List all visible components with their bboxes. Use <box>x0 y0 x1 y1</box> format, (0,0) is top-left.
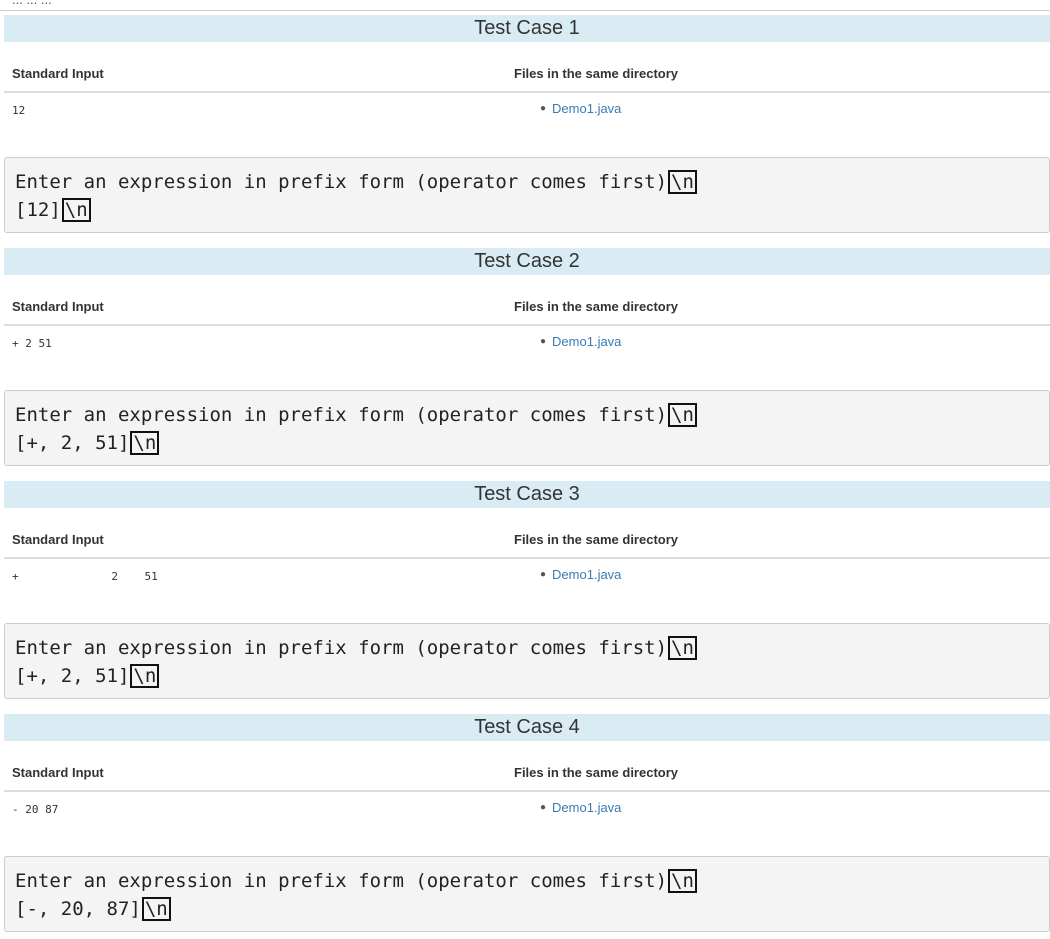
output-text: Enter an expression in prefix form (oper… <box>15 404 668 426</box>
header-divider <box>4 557 1050 559</box>
header-divider <box>4 324 1050 326</box>
newline-marker: \n <box>130 431 160 455</box>
test-case-4: Test Case 4 Standard Input Files in the … <box>4 714 1050 939</box>
bullet-icon: ● <box>540 336 547 347</box>
test-case-title: Test Case 1 <box>4 15 1050 42</box>
test-results-page: ... ... ... Test Case 1 Standard Input F… <box>0 0 1050 939</box>
newline-marker: \n <box>668 403 697 427</box>
output-line-1: Enter an expression in prefix form (oper… <box>15 869 697 893</box>
files-heading: Files in the same directory <box>514 299 679 314</box>
bullet-icon: ● <box>540 569 547 580</box>
expected-output-box: Enter an expression in prefix form (oper… <box>4 390 1050 466</box>
files-heading: Files in the same directory <box>514 532 679 547</box>
newline-marker: \n <box>61 198 91 222</box>
output-text: Enter an expression in prefix form (oper… <box>15 870 668 892</box>
output-line-2: [12] \n <box>15 198 91 222</box>
standard-input-value: + 2 51 <box>12 570 158 583</box>
test-case-title: Test Case 2 <box>4 248 1050 275</box>
test-case-title: Test Case 3 <box>4 481 1050 508</box>
output-text: [12] <box>15 199 61 221</box>
top-partial-text: ... ... ... <box>12 0 52 7</box>
file-link-demo1-java[interactable]: Demo1.java <box>552 800 621 815</box>
test-case-1: Test Case 1 Standard Input Files in the … <box>4 15 1050 248</box>
output-line-2: [+, 2, 51] \n <box>15 431 160 455</box>
output-line-1: Enter an expression in prefix form (oper… <box>15 170 697 194</box>
newline-marker: \n <box>130 664 160 688</box>
file-list-item: ● Demo1.java <box>540 334 621 349</box>
bullet-icon: ● <box>540 802 547 813</box>
standard-input-heading: Standard Input <box>12 299 104 314</box>
expected-output-box: Enter an expression in prefix form (oper… <box>4 856 1050 932</box>
output-text: Enter an expression in prefix form (oper… <box>15 637 668 659</box>
output-text: Enter an expression in prefix form (oper… <box>15 171 668 193</box>
test-case-title: Test Case 4 <box>4 714 1050 741</box>
output-text: [-, 20, 87] <box>15 898 141 920</box>
file-link-demo1-java[interactable]: Demo1.java <box>552 101 621 116</box>
file-list-item: ● Demo1.java <box>540 567 621 582</box>
output-text: [+, 2, 51] <box>15 432 130 454</box>
test-case-2: Test Case 2 Standard Input Files in the … <box>4 248 1050 481</box>
expected-output-box: Enter an expression in prefix form (oper… <box>4 623 1050 699</box>
standard-input-heading: Standard Input <box>12 765 104 780</box>
expected-output-box: Enter an expression in prefix form (oper… <box>4 157 1050 233</box>
file-link-demo1-java[interactable]: Demo1.java <box>552 334 621 349</box>
standard-input-heading: Standard Input <box>12 532 104 547</box>
standard-input-value: + 2 51 <box>12 337 52 350</box>
newline-marker: \n <box>141 897 171 921</box>
test-case-3: Test Case 3 Standard Input Files in the … <box>4 481 1050 714</box>
output-line-1: Enter an expression in prefix form (oper… <box>15 403 697 427</box>
standard-input-heading: Standard Input <box>12 66 104 81</box>
file-list-item: ● Demo1.java <box>540 800 621 815</box>
newline-marker: \n <box>668 869 697 893</box>
file-list-item: ● Demo1.java <box>540 101 621 116</box>
header-divider <box>4 790 1050 792</box>
newline-marker: \n <box>668 636 697 660</box>
standard-input-value: 12 <box>12 104 26 117</box>
files-heading: Files in the same directory <box>514 66 679 81</box>
standard-input-value: - 20 87 <box>12 803 59 816</box>
top-cut-off-header: ... ... ... <box>0 0 1050 11</box>
output-text: [+, 2, 51] <box>15 665 130 687</box>
file-link-demo1-java[interactable]: Demo1.java <box>552 567 621 582</box>
bullet-icon: ● <box>540 103 547 114</box>
output-line-1: Enter an expression in prefix form (oper… <box>15 636 697 660</box>
output-line-2: [-, 20, 87] \n <box>15 897 171 921</box>
output-line-2: [+, 2, 51] \n <box>15 664 160 688</box>
newline-marker: \n <box>668 170 697 194</box>
header-divider <box>4 91 1050 93</box>
files-heading: Files in the same directory <box>514 765 679 780</box>
